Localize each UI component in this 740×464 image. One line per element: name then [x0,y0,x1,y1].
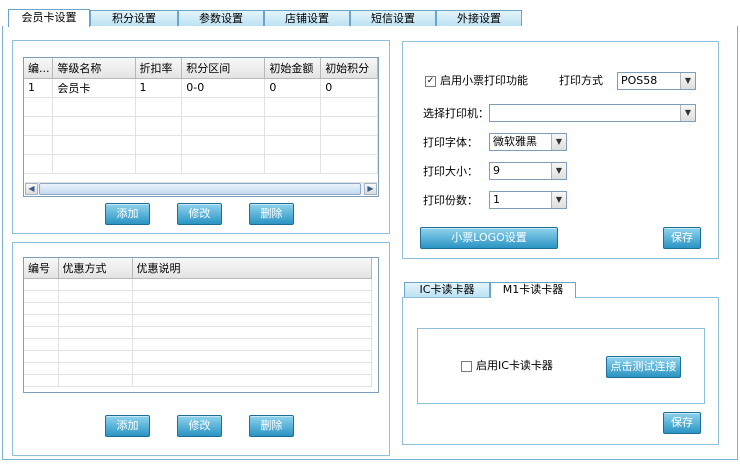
tab-ic-reader[interactable]: IC卡读卡器 [404,282,490,298]
tab-parameters[interactable]: 参数设置 [178,10,264,27]
scroll-right-icon[interactable]: ▶ [364,183,377,195]
print-copies-select[interactable]: 1 ▼ [489,191,567,209]
empty-row [24,326,372,339]
enable-ic-reader-checkbox[interactable] [461,361,472,372]
column-header[interactable]: 编... [24,58,54,79]
table-cell: 1 [135,78,183,98]
column-header[interactable]: 初始金额 [264,58,322,79]
print-font-label: 打印字体： [423,136,478,149]
discount-header-row: 编号 优惠方式 优惠说明 [24,258,372,279]
print-font-value: 微软雅黑 [493,135,537,148]
empty-row [24,278,372,291]
member-level-grid[interactable]: 编... 等级名称 折扣率 积分区间 初始金额 初始积分 1 会员卡 1 0-0 [23,57,379,197]
save-reader-button[interactable]: 保存 [663,412,701,434]
empty-row [24,154,378,174]
column-header[interactable]: 积分区间 [181,58,266,79]
print-font-select[interactable]: 微软雅黑 ▼ [489,133,567,151]
member-level-table: 编... 等级名称 折扣率 积分区间 初始金额 初始积分 1 会员卡 1 0-0 [24,58,378,174]
add-discount-button[interactable]: 添加 [105,415,150,437]
tab-member-card[interactable]: 会员卡设置 [8,9,90,27]
table-cell: 1 [24,78,54,98]
scroll-thumb[interactable] [39,183,361,195]
table-row[interactable]: 1 会员卡 1 0-0 0 0 [24,78,378,98]
tab-sms[interactable]: 短信设置 [350,10,436,27]
empty-row [24,302,372,315]
empty-row [24,290,372,303]
select-printer-label: 选择打印机： [423,107,489,120]
column-header[interactable]: 优惠说明 [132,258,372,279]
table-cell: 0 [264,78,322,98]
chevron-down-icon[interactable]: ▼ [680,73,695,89]
column-header[interactable]: 折扣率 [135,58,183,79]
test-connection-button[interactable]: 点击测试连接 [606,356,681,378]
member-level-header-row: 编... 等级名称 折扣率 积分区间 初始金额 初始积分 [24,58,378,79]
add-level-button[interactable]: 添加 [105,203,150,225]
empty-row [24,116,378,136]
print-copies-value: 1 [493,193,500,206]
print-copies-label: 打印份数： [423,194,478,207]
tab-m1-reader[interactable]: M1卡读卡器 [490,282,576,298]
empty-row [24,314,372,327]
column-header[interactable]: 初始积分 [320,58,378,79]
discount-group: 编号 优惠方式 优惠说明 添加 修改 删除 [12,242,390,456]
edit-level-button[interactable]: 修改 [177,203,222,225]
empty-row [24,374,372,387]
column-header[interactable]: 编号 [24,258,59,279]
print-size-label: 打印大小： [423,165,478,178]
enable-ic-reader-label: 启用IC卡读卡器 [476,359,553,372]
table-cell: 0-0 [181,78,266,98]
tab-store[interactable]: 店铺设置 [264,10,350,27]
main-tab-bar: 会员卡设置 积分设置 参数设置 店铺设置 短信设置 外接设置 [8,9,732,27]
delete-level-button[interactable]: 删除 [249,203,294,225]
column-header[interactable]: 优惠方式 [58,258,133,279]
save-printer-button[interactable]: 保存 [663,227,701,249]
member-level-group: 编... 等级名称 折扣率 积分区间 初始金额 初始积分 1 会员卡 1 0-0 [12,40,390,234]
print-method-label: 打印方式 [559,74,603,87]
empty-row [24,362,372,375]
tab-external[interactable]: 外接设置 [436,10,522,27]
empty-row [24,97,378,117]
empty-row [24,135,378,155]
delete-discount-button[interactable]: 删除 [249,415,294,437]
table-cell: 0 [320,78,378,98]
print-size-value: 9 [493,164,500,177]
printer-settings-group: ✓ 启用小票打印功能 打印方式 POS58 ▼ 选择打印机： ▼ 打印字体： 微… [402,41,719,259]
discount-grid[interactable]: 编号 优惠方式 优惠说明 [23,257,379,393]
enable-printing-checkbox[interactable]: ✓ [425,76,436,87]
tab-content-panel: 编... 等级名称 折扣率 积分区间 初始金额 初始积分 1 会员卡 1 0-0 [2,26,738,460]
empty-row [24,338,372,351]
empty-row [24,350,372,363]
chevron-down-icon[interactable]: ▼ [680,105,695,121]
select-printer-select[interactable]: ▼ [489,104,696,122]
discount-table: 编号 优惠方式 优惠说明 [24,258,372,387]
receipt-logo-button[interactable]: 小票LOGO设置 [420,227,558,249]
horizontal-scrollbar[interactable]: ◀ ▶ [25,182,377,195]
chevron-down-icon[interactable]: ▼ [551,192,566,208]
print-method-value: POS58 [621,74,658,87]
table-cell: 会员卡 [52,78,136,98]
tab-points[interactable]: 积分设置 [90,10,178,27]
scroll-left-icon[interactable]: ◀ [25,183,38,195]
card-reader-group: 启用IC卡读卡器 点击测试连接 保存 [402,297,719,445]
print-size-select[interactable]: 9 ▼ [489,162,567,180]
column-header[interactable]: 等级名称 [52,58,136,79]
chevron-down-icon[interactable]: ▼ [551,134,566,150]
chevron-down-icon[interactable]: ▼ [551,163,566,179]
edit-discount-button[interactable]: 修改 [177,415,222,437]
card-reader-inner-box: 启用IC卡读卡器 点击测试连接 [417,328,705,404]
enable-printing-label: 启用小票打印功能 [440,74,528,87]
print-method-select[interactable]: POS58 ▼ [617,72,696,90]
